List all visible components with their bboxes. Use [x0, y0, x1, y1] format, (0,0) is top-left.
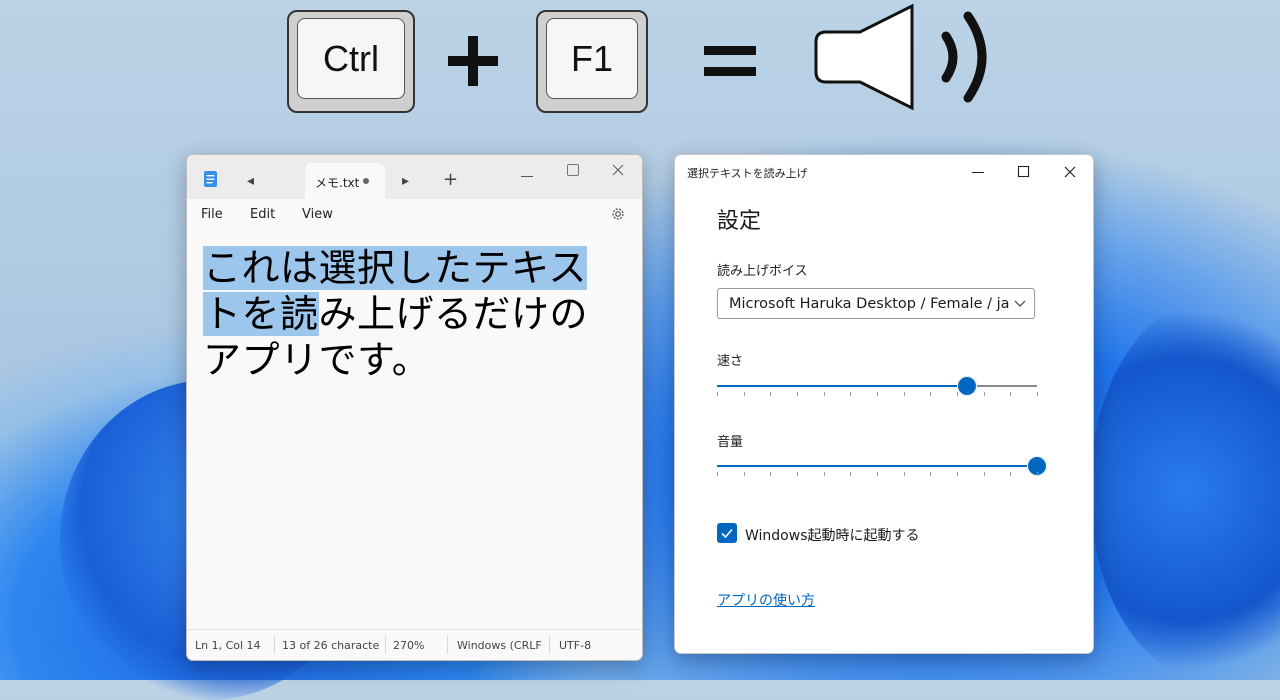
- status-zoom[interactable]: 270%: [393, 639, 424, 652]
- tab-memo[interactable]: メモ.txt: [305, 163, 385, 199]
- slider-tick: [1010, 392, 1012, 396]
- notepad-app-icon: [204, 171, 217, 187]
- slider-tick: [743, 392, 745, 396]
- selected-text-3: を読: [241, 292, 319, 336]
- status-encoding[interactable]: UTF-8: [559, 639, 591, 652]
- maximize-icon[interactable]: [1017, 165, 1031, 179]
- status-selection: 13 of 26 characte: [282, 639, 380, 652]
- speed-slider-thumb[interactable]: [956, 376, 977, 396]
- menu-edit[interactable]: Edit: [250, 207, 275, 222]
- slider-tick: [983, 392, 985, 396]
- slider-tick: [930, 472, 932, 476]
- unsaved-dot-icon[interactable]: [363, 178, 369, 184]
- f1-key-label: F1: [546, 18, 638, 99]
- selected-text-1: これは選択したテキス: [203, 246, 587, 290]
- speed-label: 速さ: [717, 354, 744, 369]
- speed-slider-fill: [717, 385, 967, 387]
- slider-tick: [930, 392, 932, 396]
- volume-slider-fill: [717, 465, 1037, 467]
- plain-text-2: み上げるだけの: [318, 292, 589, 336]
- minimize-icon[interactable]: [520, 169, 534, 183]
- speaker-icon: [814, 3, 987, 111]
- equals-icon: [704, 46, 756, 76]
- ctrl-key-label: Ctrl: [297, 18, 405, 99]
- slider-tick: [797, 472, 798, 476]
- slider-tick: [903, 472, 905, 476]
- notepad-text-area[interactable]: これは選択したテキス トを読み上げるだけの アプリです。: [203, 245, 623, 383]
- speed-slider[interactable]: [717, 376, 1038, 415]
- settings-window-title: 選択テキストを読み上げ: [687, 167, 808, 180]
- checkmark-icon: [721, 528, 733, 539]
- slider-tick: [717, 472, 718, 476]
- voice-select-value: Microsoft Haruka Desktop / Female / ja: [729, 296, 1010, 312]
- wallpaper-bloom-right: [1090, 300, 1280, 680]
- slider-tick: [1010, 472, 1012, 476]
- slider-tick: [957, 472, 958, 476]
- tab-scroll-right-icon[interactable]: ▸: [402, 173, 409, 189]
- ctrl-key: Ctrl: [287, 10, 415, 113]
- tab-scroll-left-icon[interactable]: ◂: [247, 173, 254, 189]
- minimize-icon[interactable]: [971, 165, 985, 179]
- slider-tick: [957, 392, 958, 396]
- text-line-1: これは選択したテキス: [203, 245, 623, 291]
- menu-file[interactable]: File: [201, 207, 223, 222]
- status-line-ending[interactable]: Windows (CRLF: [457, 639, 545, 652]
- slider-tick: [743, 472, 745, 476]
- slider-tick: [797, 392, 798, 396]
- slider-tick: [823, 472, 825, 476]
- slider-tick: [717, 392, 718, 396]
- text-line-2: トを読み上げるだけの: [203, 291, 623, 337]
- slider-tick: [850, 472, 852, 476]
- voice-select[interactable]: Microsoft Haruka Desktop / Female / ja: [717, 288, 1035, 319]
- settings-heading: 設定: [717, 209, 762, 234]
- status-divider: [274, 636, 275, 654]
- menu-view[interactable]: View: [302, 207, 333, 222]
- selected-text-2: ト: [203, 292, 242, 336]
- slider-tick: [850, 392, 852, 396]
- slider-tick: [1037, 392, 1038, 396]
- slider-tick: [877, 392, 878, 396]
- status-divider: [549, 636, 550, 654]
- close-icon[interactable]: [1063, 165, 1077, 179]
- startup-checkbox-label[interactable]: Windows起動時に起動する: [745, 525, 920, 545]
- notepad-titlebar: ◂ メモ.txt ▸ +: [187, 155, 642, 199]
- chevron-down-icon: [1014, 300, 1026, 307]
- f1-key: F1: [536, 10, 648, 113]
- notepad-window: ◂ メモ.txt ▸ + File Edit View これは選択したテキス ト…: [186, 154, 643, 661]
- slider-tick: [770, 392, 772, 396]
- notepad-statusbar: Ln 1, Col 14 13 of 26 characte 270% Wind…: [187, 629, 642, 660]
- status-position: Ln 1, Col 14: [195, 639, 261, 652]
- status-divider: [385, 636, 386, 654]
- close-icon[interactable]: [611, 163, 625, 177]
- slider-tick: [903, 392, 905, 396]
- voice-label: 読み上げボイス: [717, 264, 808, 279]
- notepad-menubar: File Edit View: [187, 199, 642, 229]
- volume-label: 音量: [717, 435, 744, 450]
- text-line-3: アプリです。: [203, 338, 431, 382]
- slider-tick: [983, 472, 985, 476]
- maximize-icon[interactable]: [566, 163, 580, 177]
- volume-slider[interactable]: [717, 456, 1047, 495]
- slider-tick: [1037, 472, 1038, 476]
- settings-window: 選択テキストを読み上げ 設定 読み上げボイス Microsoft Haruka …: [674, 154, 1094, 654]
- gear-icon[interactable]: [610, 206, 626, 222]
- startup-checkbox[interactable]: [717, 523, 737, 543]
- plus-icon: [448, 36, 498, 86]
- status-divider: [447, 636, 448, 654]
- slider-tick: [770, 472, 772, 476]
- help-link[interactable]: アプリの使い方: [717, 590, 815, 610]
- slider-tick: [823, 392, 825, 396]
- tab-title: メモ.txt: [315, 176, 360, 190]
- slider-tick: [877, 472, 878, 476]
- new-tab-icon[interactable]: +: [443, 169, 458, 190]
